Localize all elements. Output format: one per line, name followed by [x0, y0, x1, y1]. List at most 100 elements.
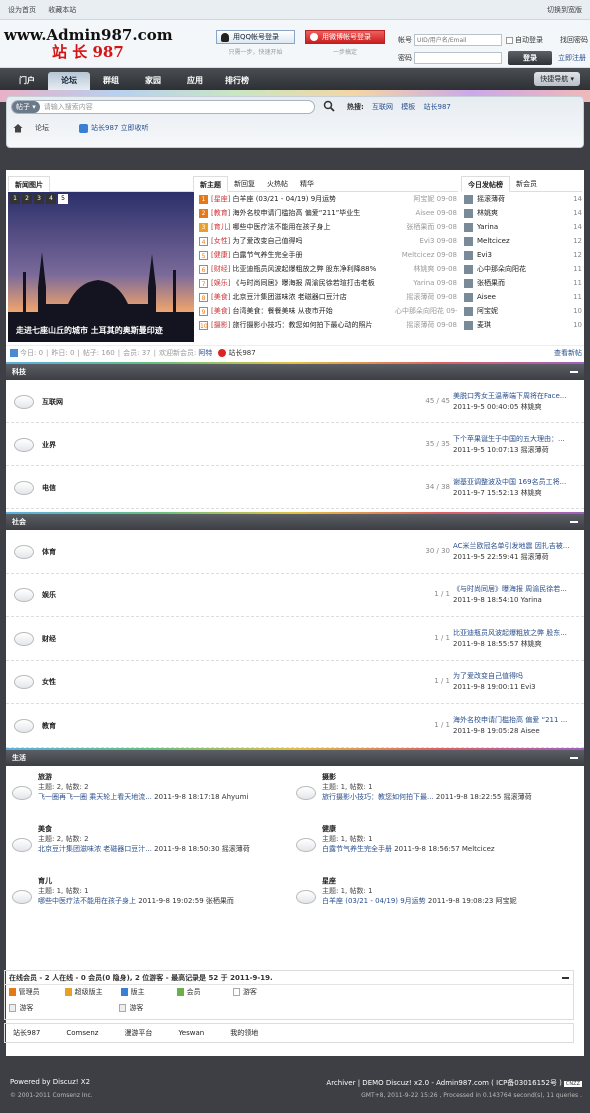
- last-post-title[interactable]: 北京豆汁集团滋味浓 老磁器口豆汁...: [38, 845, 152, 853]
- forum-row[interactable]: 电信 34 / 38 谢基亚调整波及中国 169名员工将... 2011-9-7 15…: [6, 466, 584, 509]
- thread-author[interactable]: 心中那朵向阳花 09-08: [395, 306, 457, 316]
- forum-row[interactable]: 女性 1 / 1 为了爱改变自己值得吗 2011-9-8 19:00:11 Evi3: [6, 661, 584, 704]
- thread-title[interactable]: 白露节气养生完全手册: [232, 250, 393, 260]
- find-password-link[interactable]: 找回密码: [560, 35, 588, 45]
- site-logo[interactable]: www.Admin987.com 站 长 987: [4, 26, 173, 62]
- news-slideshow[interactable]: 1 2 3 4 5 走进七座山丘的城市 土耳其的奥斯曼印迹: [8, 192, 194, 342]
- hot-search-link[interactable]: 站长987: [424, 103, 451, 111]
- ranking-username[interactable]: Meltcicez: [477, 237, 573, 245]
- tab-news-pic[interactable]: 新闻图片: [8, 175, 50, 192]
- weibo-login-button[interactable]: 用微博帐号登录: [305, 30, 385, 44]
- ranking-row[interactable]: Evi3 12: [464, 248, 582, 262]
- slide-page-3[interactable]: 3: [34, 194, 44, 204]
- friend-link[interactable]: 漫游平台: [124, 1028, 152, 1038]
- favorite-link[interactable]: 收藏本站: [48, 6, 76, 14]
- nav-forum[interactable]: 论坛: [48, 72, 90, 90]
- thread-author[interactable]: Aisee 09-08: [395, 209, 457, 217]
- qq-login-button[interactable]: 用QQ帐号登录: [216, 30, 295, 44]
- last-post-title[interactable]: 飞一圈再飞一圈 乘天轮上看天地流...: [38, 793, 152, 801]
- thread-category[interactable]: [女性]: [211, 236, 230, 246]
- search-input[interactable]: 帖子 ▾ 请输入搜索内容: [11, 100, 315, 114]
- tab-hot[interactable]: 火热帖: [261, 176, 294, 192]
- username-input[interactable]: [414, 34, 502, 46]
- powered-by[interactable]: Powered by Discuz! X2: [10, 1078, 90, 1086]
- auto-login-checkbox[interactable]: 自动登录: [506, 35, 552, 45]
- slide-page-5[interactable]: 5: [58, 194, 68, 204]
- thread-author[interactable]: Meltcicez 09-08: [395, 251, 457, 259]
- forum-cell[interactable]: 星座 主题: 1, 帖数: 1 白羊座 (03/21 - 04/19) 9月运势 2…: [296, 876, 576, 906]
- last-post-title[interactable]: 为了爱改变自己值得吗: [453, 671, 581, 682]
- last-post-title[interactable]: 白露节气养生完全手册: [322, 845, 392, 853]
- thread-author[interactable]: 林姚爽 09-08: [395, 264, 457, 274]
- last-post-title[interactable]: 下个苹果诞生于中国的五大理由：...: [453, 434, 581, 445]
- forum-row[interactable]: 体育 30 / 30 AC米兰欧冠名单引发地震 因扎吉被... 2011-9-5 22…: [6, 530, 584, 574]
- thread-category[interactable]: [摄影]: [211, 320, 230, 330]
- collapse-icon[interactable]: [570, 371, 578, 373]
- slide-page-1[interactable]: 1: [10, 194, 20, 204]
- thread-row[interactable]: 8 [美食] 北京豆汁集团滋味浓 老磁器口豆汁店 摇滚薄荷 09-08: [199, 290, 457, 304]
- nav-group[interactable]: 群组: [90, 72, 132, 90]
- thread-title[interactable]: 白羊座 (03/21 - 04/19) 9月运势: [232, 194, 393, 204]
- forum-cell[interactable]: 育儿 主题: 1, 帖数: 1 哪些中医疗法不能用在孩子身上 2011-9-8 19…: [12, 876, 292, 906]
- thread-title[interactable]: 旅行摄影小技巧：教您如何拍下最心动的照片: [232, 320, 393, 330]
- thread-author[interactable]: 摇滚薄荷 09-08: [395, 292, 457, 302]
- forum-name[interactable]: 健康: [322, 824, 576, 834]
- slide-page-4[interactable]: 4: [46, 194, 56, 204]
- last-post-title[interactable]: 海外名校申请门槛抬高 偏爱 “211 ...: [453, 715, 581, 726]
- friend-link[interactable]: Yeswan: [178, 1029, 204, 1037]
- collapse-icon[interactable]: [570, 757, 578, 759]
- register-link[interactable]: 立即注册: [558, 53, 586, 63]
- forum-cell[interactable]: 摄影 主题: 1, 帖数: 1 旅行摄影小技巧：教您如何拍下最... 2011-9-…: [296, 772, 576, 802]
- thread-title[interactable]: 台湾美食：餐餐美味 从夜市开始: [232, 306, 393, 316]
- thread-title[interactable]: 哪些中医疗法不能用在孩子身上: [232, 222, 393, 232]
- forum-row[interactable]: 财经 1 / 1 比亚迪瓶员风波起爆粗放之弊 股东... 2011-9-8 18:55…: [6, 617, 584, 661]
- set-home-link[interactable]: 设为首页: [8, 6, 36, 14]
- thread-title[interactable]: 比亚迪瓶员风波起爆粗放之弊 股东净利降88%: [232, 264, 393, 274]
- slide-caption[interactable]: 走进七座山丘的城市 土耳其的奥斯曼印迹: [16, 325, 163, 336]
- ranking-username[interactable]: 心中那朵向阳花: [477, 264, 573, 274]
- forum-cell[interactable]: 美食 主题: 2, 帖数: 2 北京豆汁集团滋味浓 老磁器口豆汁... 2011-9…: [12, 824, 292, 854]
- ranking-username[interactable]: 张栖果而: [477, 278, 573, 288]
- nav-ranking[interactable]: 排行榜: [216, 72, 258, 90]
- ranking-username[interactable]: 麦琪: [477, 320, 573, 330]
- thread-category[interactable]: [健康]: [211, 250, 230, 260]
- thread-title[interactable]: 为了爱改变自己值得吗: [232, 236, 393, 246]
- thread-category[interactable]: [教育]: [211, 208, 230, 218]
- forum-row[interactable]: 教育 1 / 1 海外名校申请门槛抬高 偏爱 “211 ... 2011-9-8 19…: [6, 704, 584, 748]
- ranking-username[interactable]: Aisee: [477, 293, 573, 301]
- footer-archiver[interactable]: Archiver | DEMO Discuz! x2.0 - Admin987.…: [326, 1079, 561, 1087]
- ranking-row[interactable]: 心中那朵向阳花 11: [464, 262, 582, 276]
- forum-name[interactable]: 电信: [42, 483, 56, 493]
- last-post-title[interactable]: 白羊座 (03/21 - 04/19) 9月运势: [322, 897, 426, 905]
- nav-portal[interactable]: 门户: [6, 72, 48, 90]
- forum-cell[interactable]: 健康 主题: 1, 帖数: 1 白露节气养生完全手册 2011-9-8 18:56:…: [296, 824, 576, 854]
- forum-name[interactable]: 星座: [322, 876, 576, 886]
- ranking-row[interactable]: 麦琪 10: [464, 318, 582, 332]
- last-post-title[interactable]: 哪些中医疗法不能用在孩子身上: [38, 897, 136, 905]
- forum-row[interactable]: 互联网 45 / 45 美脱口秀女王温蒂端下周将在Face... 2011-9-5 0…: [6, 380, 584, 423]
- tab-new-replies[interactable]: 新回复: [228, 176, 261, 192]
- thread-row[interactable]: 2 [教育] 海外名校申请门槛抬高 偏爱“211”毕业生 Aisee 09-08: [199, 206, 457, 220]
- quick-nav-button[interactable]: 快捷导航 ▾: [534, 72, 580, 86]
- nav-apps[interactable]: 应用: [174, 72, 216, 90]
- forum-name[interactable]: 教育: [42, 721, 56, 731]
- thread-category[interactable]: [星座]: [211, 194, 230, 204]
- ranking-username[interactable]: Yarina: [477, 223, 573, 231]
- forum-name[interactable]: 育儿: [38, 876, 292, 886]
- ranking-row[interactable]: Yarina 14: [464, 220, 582, 234]
- ranking-username[interactable]: Evi3: [477, 251, 573, 259]
- forum-name[interactable]: 体育: [42, 547, 56, 557]
- last-post-title[interactable]: AC米兰欧冠名单引发地震 因扎吉被...: [453, 541, 581, 552]
- nav-home[interactable]: 家园: [132, 72, 174, 90]
- thread-row[interactable]: 9[美食]台湾美食：餐餐美味 从夜市开始心中那朵向阳花 09-08: [199, 304, 457, 318]
- login-button[interactable]: 登录: [508, 51, 552, 65]
- thread-row[interactable]: 5 [健康] 白露节气养生完全手册 Meltcicez 09-08: [199, 248, 457, 262]
- collapse-icon[interactable]: [562, 977, 569, 979]
- hot-search-link[interactable]: 互联网: [372, 103, 393, 111]
- thread-author[interactable]: Yarina 09-08: [395, 279, 457, 287]
- password-input[interactable]: [414, 52, 502, 64]
- thread-author[interactable]: Evi3 09-08: [395, 237, 457, 245]
- thread-category[interactable]: [娱乐]: [211, 278, 230, 288]
- ranking-username[interactable]: 阿宝妮: [477, 306, 573, 316]
- forum-name[interactable]: 互联网: [42, 397, 63, 407]
